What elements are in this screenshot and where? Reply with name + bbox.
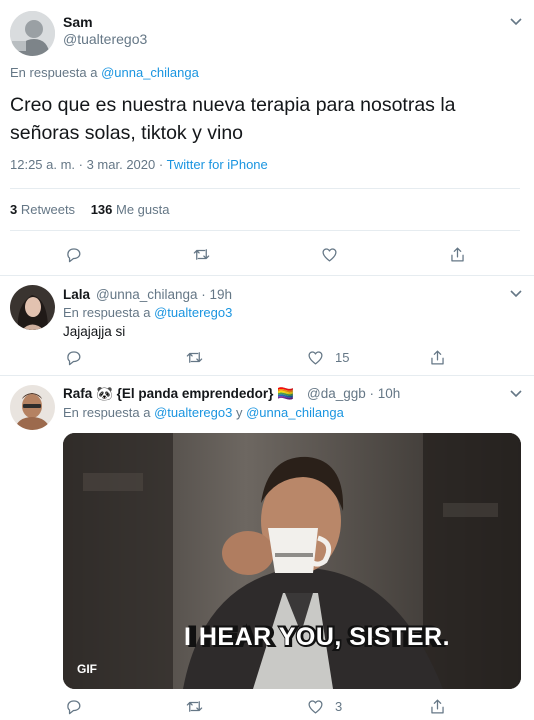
reply-icon — [67, 351, 81, 366]
tweet-text: Creo que es nuestra nueva terapia para n… — [10, 94, 456, 144]
retweets-label: Retweets — [20, 202, 76, 217]
gif-badge: GIF — [77, 662, 97, 676]
heart-icon — [308, 700, 323, 714]
reply-prefix: En respuesta a — [63, 305, 151, 320]
avatar[interactable] — [10, 285, 55, 330]
chevron-down-icon[interactable] — [508, 285, 524, 301]
tweet-meta: 12:25 a. m. · 3 mar. 2020 · Twitter for … — [10, 157, 268, 172]
heart-icon — [322, 248, 337, 262]
share-icon — [451, 247, 464, 262]
heart-icon — [308, 351, 323, 365]
tweet-stats: 3 Retweets 136 Me gusta — [10, 202, 170, 217]
chevron-down-icon[interactable] — [508, 13, 524, 29]
reply-mention[interactable]: @unna_chilanga — [101, 65, 199, 80]
reply-button[interactable] — [64, 245, 83, 264]
reply-mention[interactable]: @tualterego3 — [154, 305, 232, 320]
reply-author-name[interactable]: Rafa 🐼 {El panda emprendedor} 🏳️‍🌈 — [63, 386, 294, 402]
retweet-stat[interactable]: 3 Retweets — [10, 202, 79, 217]
reply-handle-time[interactable]: @da_ggb · 10h — [307, 386, 400, 401]
reply-handle-time[interactable]: @unna_chilanga · 19h — [96, 287, 232, 302]
chevron-down-icon[interactable] — [508, 385, 524, 401]
like-count: 3 — [335, 699, 343, 714]
retweet-button[interactable] — [185, 697, 204, 716]
reply-author-name[interactable]: Lala — [63, 287, 90, 302]
share-button[interactable] — [448, 245, 467, 264]
retweet-icon — [186, 352, 203, 363]
reply-prefix: En respuesta a — [10, 65, 98, 80]
reply-context: En respuesta a @unna_chilanga — [10, 65, 199, 80]
divider — [0, 375, 534, 376]
reply-button[interactable] — [64, 697, 83, 716]
share-button[interactable] — [428, 348, 447, 367]
avatar[interactable] — [10, 385, 55, 430]
reply-context: En respuesta a @tualterego3 — [63, 305, 232, 320]
likes-label: Me gusta — [116, 202, 170, 217]
divider — [10, 188, 520, 189]
gif-caption: I HEAR YOU, SISTER. — [183, 623, 451, 651]
divider — [0, 275, 534, 276]
reply-mention[interactable]: @tualterego3 — [154, 405, 232, 420]
retweet-icon — [193, 249, 210, 260]
reply-conjunction: y — [235, 405, 243, 420]
author-name[interactable]: Sam — [63, 14, 93, 30]
avatar[interactable] — [10, 11, 55, 56]
like-button[interactable]: 3 — [306, 697, 342, 716]
reply-icon — [67, 700, 81, 715]
reply-context: En respuesta a @tualterego3 y @unna_chil… — [63, 405, 344, 420]
meta-separator: · — [158, 157, 164, 172]
likes-stat[interactable]: 136 Me gusta — [91, 202, 170, 217]
reply-prefix: En respuesta a — [63, 405, 151, 420]
like-button[interactable] — [320, 245, 339, 264]
retweet-icon — [186, 701, 203, 712]
share-icon — [431, 350, 444, 365]
gif-media[interactable]: I HEAR YOU, SISTER. I HEAR YOU, SISTER. … — [63, 433, 521, 689]
tweet-time[interactable]: 12:25 a. m. · 3 mar. 2020 — [10, 157, 155, 172]
retweets-count: 3 — [10, 202, 18, 217]
likes-count: 136 — [90, 202, 113, 217]
like-count: 15 — [335, 350, 350, 365]
tweet-source[interactable]: Twitter for iPhone — [167, 157, 268, 172]
like-button[interactable]: 15 — [306, 348, 349, 367]
retweet-button[interactable] — [192, 245, 211, 264]
share-icon — [431, 699, 444, 714]
reply-text: Jajajajja si — [63, 324, 126, 339]
author-handle[interactable]: @tualterego3 — [63, 31, 147, 47]
reply-button[interactable] — [64, 348, 83, 367]
reply-mention[interactable]: @unna_chilanga — [246, 405, 344, 420]
reply-icon — [67, 248, 81, 263]
retweet-button[interactable] — [185, 348, 204, 367]
share-button[interactable] — [428, 697, 447, 716]
divider — [10, 230, 520, 231]
